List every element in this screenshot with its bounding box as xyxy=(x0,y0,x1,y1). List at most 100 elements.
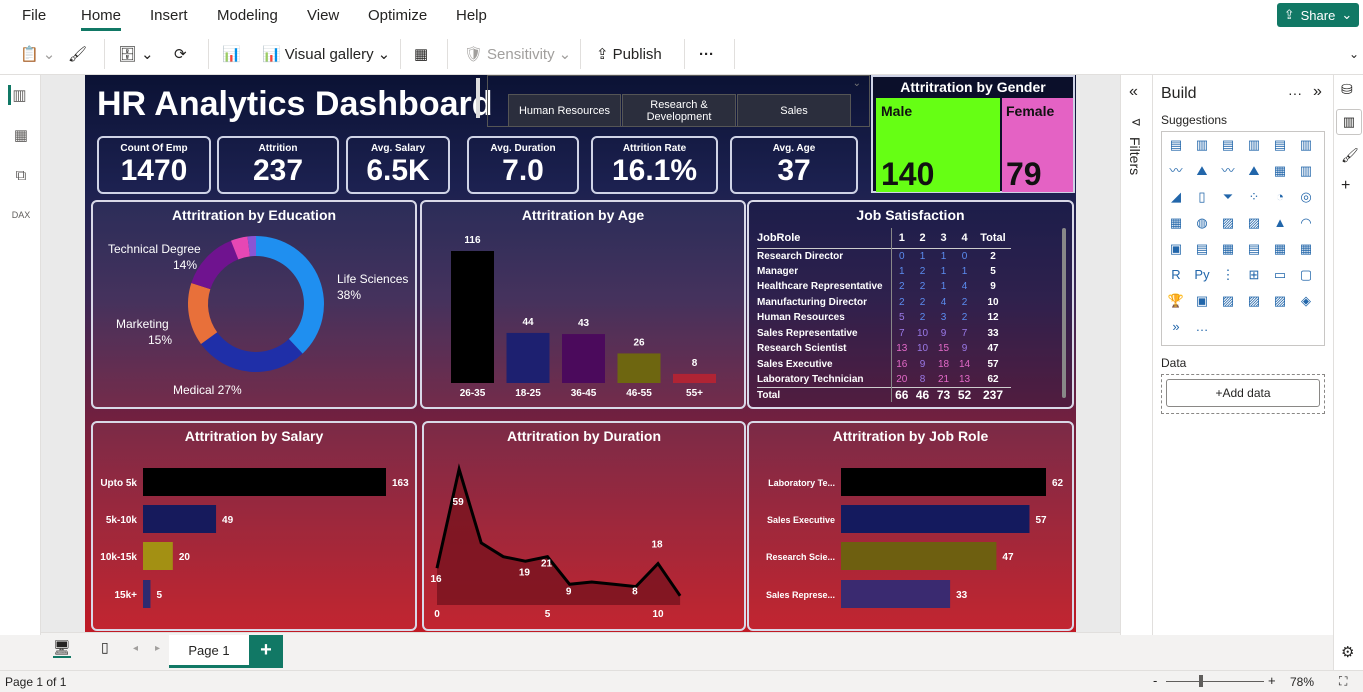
visual-type-icon[interactable]: ▤ xyxy=(1166,135,1186,155)
zoom-slider[interactable] xyxy=(1166,681,1264,682)
page-tab-page-1[interactable]: Page 1 xyxy=(169,635,249,668)
visual-type-icon[interactable]: ▤ xyxy=(1218,135,1238,155)
more-button[interactable]: ··· xyxy=(699,41,714,67)
matrix-row[interactable]: Manufacturing Director 2 2 4 2 10 xyxy=(757,294,1011,310)
visual-type-icon[interactable]: 🏆 xyxy=(1166,291,1186,311)
menu-optimize[interactable]: Optimize xyxy=(368,7,427,24)
kpi-card-avg-duration[interactable]: Avg. Duration 7.0 xyxy=(467,136,579,194)
chevron-down-icon[interactable]: ⌄ xyxy=(853,78,861,89)
visual-type-icon[interactable]: ▦ xyxy=(1218,239,1238,259)
calculator-button[interactable]: ▦ xyxy=(414,41,428,67)
collapse-icon[interactable]: » xyxy=(1313,83,1322,101)
visual-type-icon[interactable]: ▢ xyxy=(1296,265,1316,285)
visual-type-icon[interactable]: ⁘ xyxy=(1244,187,1264,207)
visual-type-icon[interactable]: ▦ xyxy=(1270,161,1290,181)
menu-view[interactable]: View xyxy=(307,7,339,24)
job-satisfaction-matrix[interactable]: Job Satisfaction JobRole 1 2 3 4 Total R… xyxy=(747,200,1074,409)
visual-type-icon[interactable]: ▥ xyxy=(1192,135,1212,155)
table-view-icon[interactable]: ▦ xyxy=(11,125,31,145)
previous-page-icon[interactable]: ◂ xyxy=(133,643,138,654)
matrix-row[interactable]: Research Director 0 1 1 0 2 xyxy=(757,248,1011,264)
visual-type-icon[interactable]: ▣ xyxy=(1166,239,1186,259)
visual-type-icon[interactable]: 〰 xyxy=(1218,161,1238,181)
visual-type-icon[interactable]: ▲ xyxy=(1270,213,1290,233)
jobrole-chart[interactable]: Attritration by Job Role Laboratory Te..… xyxy=(747,421,1074,631)
female-tile[interactable]: Female 79 xyxy=(1002,98,1073,192)
matrix-row[interactable]: Manager 1 2 1 1 5 xyxy=(757,263,1011,279)
visual-type-icon[interactable]: ◈ xyxy=(1296,291,1316,311)
share-button[interactable]: ⇪ Share ⌄ xyxy=(1277,3,1359,27)
matrix-header[interactable]: 4 xyxy=(954,228,975,248)
visual-gallery-button[interactable]: 📊 Visual gallery ⌄ xyxy=(262,41,390,67)
menu-home[interactable]: Home xyxy=(81,7,122,31)
age-chart[interactable]: Attritration by Age 116 26-35 44 18-25 43 36-… xyxy=(420,200,746,409)
mobile-layout-icon[interactable]: ▯ xyxy=(101,639,109,656)
format-pane-icon[interactable]: 🖌 xyxy=(1341,147,1359,164)
matrix-row[interactable]: Sales Executive 16 9 18 14 57 xyxy=(757,356,1011,372)
kpi-card-avg-age[interactable]: Avg. Age 37 xyxy=(730,136,858,194)
visual-type-icon[interactable]: ⛰ xyxy=(1244,161,1264,181)
next-page-icon[interactable]: ▸ xyxy=(155,643,160,654)
visual-type-icon[interactable]: ⊞ xyxy=(1244,265,1264,285)
visual-type-icon[interactable]: ▨ xyxy=(1244,213,1264,233)
format-painter-button[interactable]: 🖌 xyxy=(68,41,87,67)
add-page-button[interactable]: + xyxy=(249,635,283,668)
visual-type-icon[interactable]: ⋮ xyxy=(1218,265,1238,285)
zoom-out-icon[interactable]: - xyxy=(1153,673,1157,688)
publish-button[interactable]: ⇪ Publish xyxy=(596,41,662,67)
visual-type-icon[interactable]: ▥ xyxy=(1296,161,1316,181)
collapse-ribbon-icon[interactable]: ⌄ xyxy=(1349,41,1359,67)
get-data-button[interactable]: 🗄 ⌄ xyxy=(118,41,154,67)
report-view-icon[interactable]: ▥ xyxy=(8,85,28,105)
new-visual-button[interactable]: 📊 xyxy=(222,41,241,67)
visual-type-icon[interactable]: » xyxy=(1166,317,1186,337)
visual-type-icon[interactable]: ▨ xyxy=(1270,291,1290,311)
settings-gear-icon[interactable]: ⚙ xyxy=(1341,643,1354,661)
zoom-slider-thumb[interactable] xyxy=(1199,675,1203,687)
visual-type-icon[interactable]: ◠ xyxy=(1296,213,1316,233)
desktop-layout-icon[interactable]: 🖥 xyxy=(53,639,71,658)
visual-type-icon[interactable]: 〰 xyxy=(1166,161,1186,181)
visual-type-icon[interactable]: ⛰ xyxy=(1192,161,1212,181)
slicer-item-sales[interactable]: Sales xyxy=(737,94,851,127)
menu-help[interactable]: Help xyxy=(456,7,487,24)
visual-type-icon[interactable]: ▨ xyxy=(1218,213,1238,233)
visual-type-icon[interactable]: ▦ xyxy=(1270,239,1290,259)
dax-query-view-icon[interactable]: DAX xyxy=(11,205,31,225)
sensitivity-button[interactable]: 🛡 Sensitivity ⌄ xyxy=(464,41,571,67)
matrix-header[interactable]: 3 xyxy=(933,228,954,248)
build-pane-icon[interactable]: ▥ xyxy=(1336,109,1362,135)
menu-insert[interactable]: Insert xyxy=(150,7,188,24)
matrix-header[interactable]: 2 xyxy=(912,228,933,248)
visual-type-icon[interactable]: ▦ xyxy=(1296,239,1316,259)
visual-type-icon[interactable]: ◢ xyxy=(1166,187,1186,207)
matrix-row[interactable]: Laboratory Technician 20 8 21 13 62 xyxy=(757,372,1011,388)
visual-type-icon[interactable]: ◎ xyxy=(1296,187,1316,207)
menu-modeling[interactable]: Modeling xyxy=(217,7,278,24)
add-pane-icon[interactable]: + xyxy=(1341,177,1350,195)
matrix-scrollbar[interactable] xyxy=(1062,228,1066,398)
visual-type-icon[interactable]: ◍ xyxy=(1192,213,1212,233)
salary-chart[interactable]: Attritration by Salary Upto 5k 163 5k-10k 4… xyxy=(91,421,417,631)
fit-to-page-icon[interactable]: ⛶ xyxy=(1339,674,1347,689)
matrix-header-total[interactable]: Total xyxy=(975,228,1011,248)
slicer-item-research-development[interactable]: Research & Development xyxy=(622,94,736,127)
kpi-card-attrition-rate[interactable]: Attrition Rate 16.1% xyxy=(591,136,718,194)
visual-type-icon[interactable]: ▥ xyxy=(1296,135,1316,155)
data-pane-icon[interactable]: ⛁ xyxy=(1341,81,1353,98)
matrix-header[interactable]: JobRole xyxy=(757,228,891,248)
expand-icon[interactable]: « xyxy=(1129,83,1138,101)
visual-type-icon[interactable]: ▨ xyxy=(1218,291,1238,311)
zoom-in-icon[interactable]: + xyxy=(1268,673,1276,688)
male-tile[interactable]: Male 140 xyxy=(876,98,1000,192)
visual-type-icon[interactable]: ▤ xyxy=(1244,239,1264,259)
visual-type-icon[interactable]: ▤ xyxy=(1270,135,1290,155)
paste-button[interactable]: 📋 ⌄ xyxy=(20,41,55,67)
visual-type-icon[interactable]: R xyxy=(1166,265,1186,285)
matrix-row[interactable]: Research Scientist 13 10 15 9 47 xyxy=(757,341,1011,357)
visual-type-icon[interactable]: ▤ xyxy=(1192,239,1212,259)
matrix-row[interactable]: Healthcare Representative 2 2 1 4 9 xyxy=(757,279,1011,295)
visual-type-icon[interactable]: ⏷ xyxy=(1218,187,1238,207)
kpi-card-count-of-emp[interactable]: Count Of Emp 1470 xyxy=(97,136,211,194)
education-chart[interactable]: Attritration by Education Technical Degr… xyxy=(91,200,417,409)
